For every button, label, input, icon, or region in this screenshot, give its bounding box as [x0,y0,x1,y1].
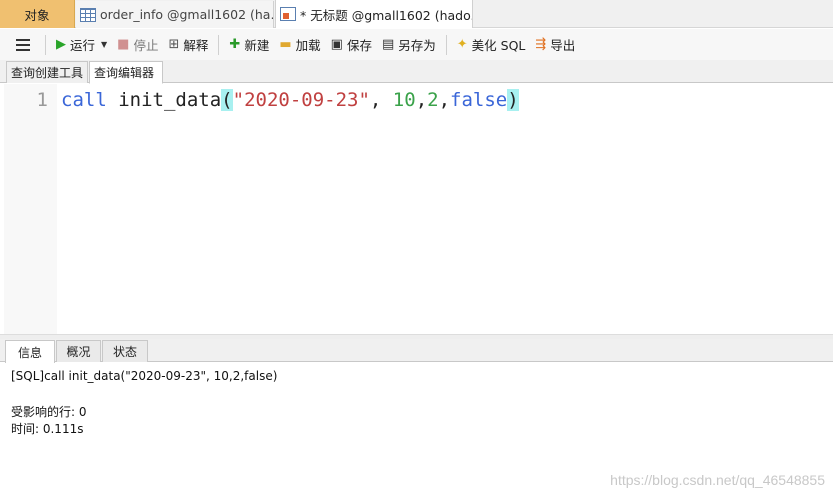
new-button[interactable]: ✚ 新建 [224,33,274,57]
table-icon [80,7,96,22]
explain-label: 解释 [183,38,209,53]
new-query-icon: ✚ [229,37,241,52]
watermark: https://blog.csdn.net/qq_46548855 [610,472,825,488]
number-arg: 10 [392,89,416,111]
play-icon: ▶ [56,37,66,52]
tab-overview[interactable]: 概况 [56,340,101,362]
run-label: 运行 [70,38,96,53]
keyword-call: call [61,89,107,111]
stop-button[interactable]: ■ 停止 [112,33,163,57]
result-tabs: 信息 概况 状态 [0,339,833,363]
stop-label: 停止 [133,38,159,53]
tab-query-editor[interactable]: 查询编辑器 [89,61,163,84]
load-button[interactable]: ▬ 加载 [274,33,325,57]
comma: , [415,89,428,111]
chevron-down-icon[interactable]: ▼ [101,40,107,49]
magic-wand-icon: ✦ [456,37,468,52]
document-tab-bar: 对象 order_info @gmall1602 (ha... * 无标题 @g… [0,0,833,28]
number-arg: 2 [427,89,439,111]
function-name: init_data [118,89,222,111]
save-as-button[interactable]: ▤ 另存为 [377,33,441,57]
open-paren: ( [221,89,233,111]
line-number: 1 [36,89,48,111]
hamburger-menu-icon[interactable] [16,38,30,51]
tab-untitled-label: * 无标题 @gmall1602 (hado... [300,7,473,23]
save-label: 保存 [346,38,372,53]
string-arg: "2020-09-23" [232,89,370,111]
beautify-sql-button[interactable]: ✦ 美化 SQL [452,33,531,57]
save-icon: ▣ [330,37,343,52]
tab-info-label: 信息 [17,345,42,360]
sql-editor[interactable]: 1 call init_data("2020-09-23", 10,2,fals… [4,84,833,334]
comma: , [369,89,393,111]
save-button[interactable]: ▣ 保存 [326,33,377,57]
save-as-icon: ▤ [381,37,395,52]
new-label: 新建 [244,38,270,53]
explain-button[interactable]: ⊞ 解释 [163,33,213,57]
stop-icon: ■ [117,37,130,52]
toolbar-separator [218,34,220,55]
beautify-label: 美化 SQL [471,38,526,53]
explain-icon: ⊞ [168,37,180,52]
sql-message: [SQL]call init_data("2020-09-23", 10,2,f… [11,369,278,383]
toolbar-separator [445,34,447,55]
execution-time: 时间: 0.111s [11,422,84,436]
editor-mode-tabs: 查询创建工具 查询编辑器 [0,60,833,84]
comma: , [438,89,451,111]
tab-objects-label: 对象 [24,7,50,23]
run-button[interactable]: ▶ 运行 ▼ [51,33,112,57]
boolean-arg: false [450,89,508,111]
query-icon [280,7,296,21]
tab-objects[interactable]: 对象 [0,0,75,28]
tab-overview-label: 概况 [66,345,91,359]
tab-query-builder[interactable]: 查询创建工具 [6,61,88,83]
tab-query-builder-label: 查询创建工具 [11,66,84,80]
tab-info[interactable]: 信息 [5,340,55,363]
line-number-gutter: 1 [4,84,57,334]
load-label: 加载 [295,38,321,53]
affected-rows: 受影响的行: 0 [11,405,87,419]
close-paren: ) [507,89,519,111]
tab-query-editor-label: 查询编辑器 [94,66,155,80]
tab-order-info-label: order_info @gmall1602 (ha... [100,7,274,22]
tab-status[interactable]: 状态 [102,340,148,362]
save-as-label: 另存为 [398,38,436,53]
export-icon: ⇶ [535,37,547,52]
query-toolbar: ▶ 运行 ▼ ■ 停止 ⊞ 解释 ✚ 新建 ▬ 加载 ▣ 保存 ▤ 另存为 ✦ … [0,29,833,60]
tab-untitled-query[interactable]: * 无标题 @gmall1602 (hado... [275,0,473,28]
tab-status-label: 状态 [112,345,137,359]
tab-order-info[interactable]: order_info @gmall1602 (ha... [76,1,274,28]
export-button[interactable]: ⇶ 导出 [530,33,580,57]
folder-icon: ▬ [279,37,292,52]
code-line[interactable]: call init_data("2020-09-23", 10,2,false) [61,89,519,111]
export-label: 导出 [550,38,576,53]
toolbar-separator [45,34,46,55]
